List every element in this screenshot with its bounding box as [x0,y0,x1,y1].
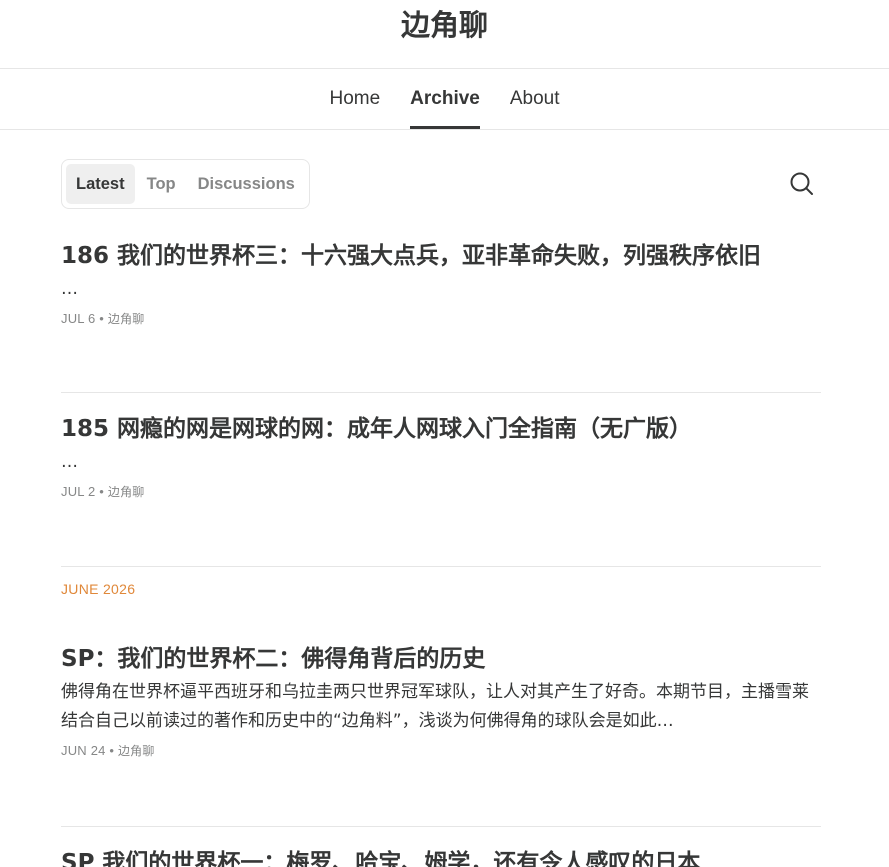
nav-about[interactable]: About [510,69,560,129]
post-description: … [61,279,78,299]
meta-separator: • [99,311,105,326]
post-description: 佛得角在世界杯逼平西班牙和乌拉圭两只世界冠军球队，让人对其产生了好奇。本期节目，… [61,682,809,731]
month-header: JUNE 2026 [61,581,136,597]
archive-content: Latest Top Discussions 186 我们的世界杯三：十六强大点… [0,130,889,867]
archive-toolbar: Latest Top Discussions [61,130,821,224]
tab-top[interactable]: Top [137,164,186,204]
post-item[interactable]: SP：我们的世界杯二：佛得角背后的历史 佛得角在世界杯逼平西班牙和乌拉圭两只世界… [61,629,821,827]
tab-latest[interactable]: Latest [66,164,135,204]
meta-separator: • [109,743,115,758]
post-author[interactable]: 边角聊 [108,485,145,499]
post-title[interactable]: SP：我们的世界杯二：佛得角背后的历史 [61,643,821,675]
post-meta: JUL 6 • 边角聊 [61,310,821,327]
post-title[interactable]: 186 我们的世界杯三：十六强大点兵，亚非革命失败，列强秩序依旧 [61,240,821,272]
post-author[interactable]: 边角聊 [108,312,145,326]
site-header: 边角聊 [0,0,889,69]
post-author[interactable]: 边角聊 [118,744,155,758]
post-meta: JUL 2 • 边角聊 [61,483,821,500]
post-description: … [61,452,78,472]
post-title[interactable]: 185 网瘾的网是网球的网：成年人网球入门全指南（无广版） [61,413,821,445]
sort-tabs: Latest Top Discussions [61,159,310,209]
post-item[interactable]: SP 我们的世界杯一：梅罗、哈宝、姆学，还有令人感叹的日本 [61,827,821,867]
post-title[interactable]: SP 我们的世界杯一：梅罗、哈宝、姆学，还有令人感叹的日本 [61,847,821,867]
post-meta: JUN 24 • 边角聊 [61,742,821,759]
nav-archive[interactable]: Archive [410,69,480,129]
post-item[interactable]: 186 我们的世界杯三：十六强大点兵，亚非革命失败，列强秩序依旧 … JUL 6… [61,224,821,393]
tab-discussions[interactable]: Discussions [188,164,305,204]
post-item[interactable]: 185 网瘾的网是网球的网：成年人网球入门全指南（无广版） … JUL 2 • … [61,393,821,567]
search-button[interactable] [787,169,817,199]
site-title[interactable]: 边角聊 [401,2,488,44]
post-date: JUL 2 [61,484,96,499]
post-date: JUN 24 [61,743,106,758]
nav-home[interactable]: Home [329,69,380,129]
meta-separator: • [99,484,105,499]
main-nav: Home Archive About [0,69,889,130]
search-icon [790,172,813,195]
post-date: JUL 6 [61,311,96,326]
